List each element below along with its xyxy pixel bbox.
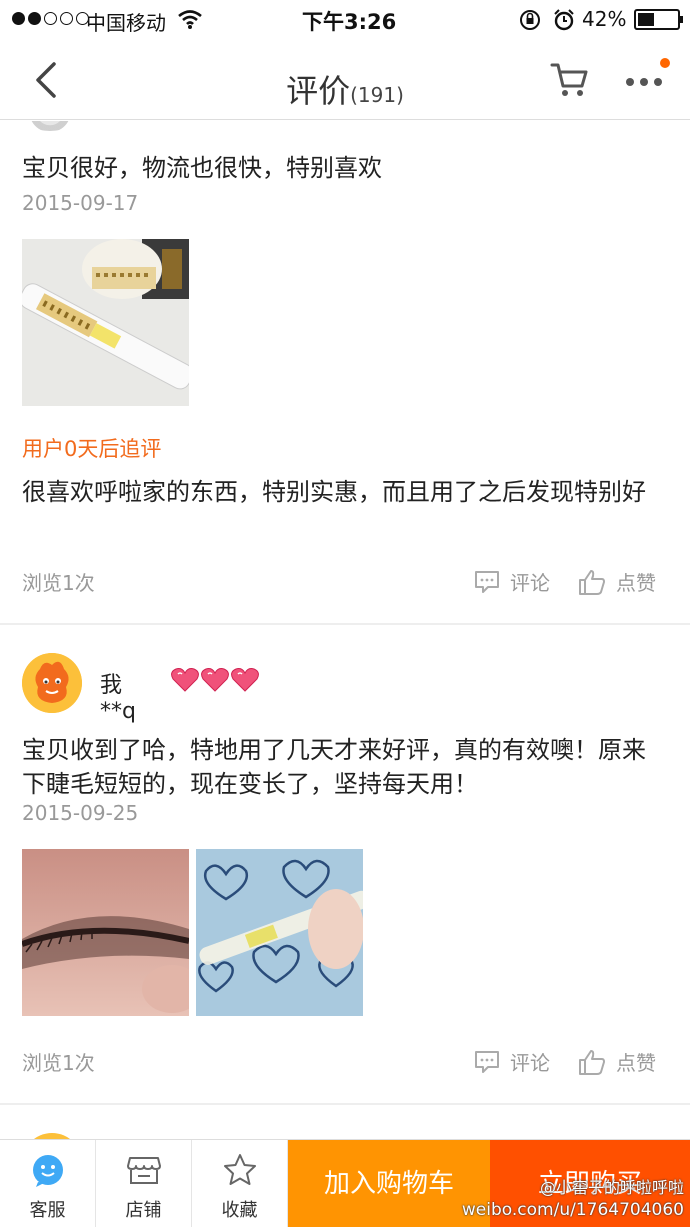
review-list[interactable]: 宝贝很好，物流也很快，特别喜欢 2015-09-17 用户0天后追评 很喜欢呼啦… xyxy=(0,121,690,1139)
review-count: (191) xyxy=(350,83,404,107)
notification-badge xyxy=(660,58,670,68)
heart-icon xyxy=(201,668,229,692)
follow-up-text: 很喜欢呼啦家的东西，特别实惠，而且用了之后发现特别好 xyxy=(22,478,646,506)
review-photo[interactable] xyxy=(196,849,363,1016)
battery-icon xyxy=(634,9,683,30)
review-text: 宝贝收到了哈，特地用了几天才来好评，真的有效噢！原来下睫毛短短的，现在变长了，坚… xyxy=(22,736,646,798)
watermark: @小窖子的呼啦呼啦 weibo.com/u/1764704060 xyxy=(462,1177,684,1221)
like-label: 点赞 xyxy=(616,571,656,595)
comment-button[interactable]: 评论 xyxy=(474,1047,550,1076)
like-label: 点赞 xyxy=(616,1051,656,1075)
divider xyxy=(0,1103,690,1105)
thumbs-up-icon xyxy=(579,1049,605,1075)
rotation-lock-icon xyxy=(520,10,540,30)
product-photo xyxy=(22,239,189,406)
user-level-badge xyxy=(170,667,260,693)
comment-icon xyxy=(475,1050,499,1073)
watermark-handle: @小窖子的呼啦呼啦 xyxy=(539,1178,684,1197)
watermark-url: weibo.com/u/1764704060 xyxy=(461,1200,684,1220)
review-photo[interactable] xyxy=(22,239,189,406)
comment-button[interactable]: 评论 xyxy=(474,567,550,596)
more-button[interactable] xyxy=(622,58,670,96)
eyelash-photo xyxy=(22,849,189,1016)
divider xyxy=(0,623,690,625)
like-button[interactable]: 点赞 xyxy=(578,1047,656,1076)
comment-label: 评论 xyxy=(510,571,550,595)
favorite-button[interactable]: 收藏 xyxy=(192,1140,288,1227)
cart-icon xyxy=(550,63,588,96)
avatar-image xyxy=(22,653,82,713)
follow-up-label: 用户0天后追评 xyxy=(22,437,162,461)
cart-button[interactable] xyxy=(549,60,589,100)
heart-icon xyxy=(231,668,259,692)
like-button[interactable]: 点赞 xyxy=(578,567,656,596)
comment-label: 评论 xyxy=(510,1051,550,1075)
heart-icon xyxy=(171,668,199,692)
alarm-icon xyxy=(554,9,574,31)
star-icon xyxy=(224,1154,256,1185)
comment-icon xyxy=(475,570,499,593)
customer-service-button[interactable]: 客服 xyxy=(0,1140,96,1227)
review-meta-row: 浏览1次 评论 点赞 xyxy=(22,1047,668,1077)
product-in-hand-photo xyxy=(196,849,363,1016)
store-label: 店铺 xyxy=(125,1200,162,1221)
battery-percent: 42% xyxy=(582,7,627,31)
status-time: 下午3:26 xyxy=(302,10,397,34)
store-icon xyxy=(127,1157,161,1184)
carrier-name: 中国移动 xyxy=(86,11,166,35)
wifi-icon xyxy=(178,10,202,29)
avatar xyxy=(22,121,78,131)
review-photo[interactable] xyxy=(22,849,189,1016)
username: 我**q xyxy=(100,673,136,724)
store-button[interactable]: 店铺 xyxy=(96,1140,192,1227)
review-date: 2015-09-17 xyxy=(22,191,139,215)
customer-service-label: 客服 xyxy=(29,1200,66,1221)
avatar[interactable] xyxy=(22,653,82,713)
page-title-text: 评价 xyxy=(286,72,351,110)
view-count: 浏览1次 xyxy=(22,1051,95,1075)
view-count: 浏览1次 xyxy=(22,571,95,595)
thumbs-up-icon xyxy=(579,569,605,595)
review-meta-row: 浏览1次 评论 点赞 xyxy=(22,567,668,597)
chat-bubble-icon xyxy=(33,1155,63,1187)
add-to-cart-button[interactable]: 加入购物车 xyxy=(288,1140,490,1227)
favorite-label: 收藏 xyxy=(221,1200,258,1221)
more-icon xyxy=(626,78,662,86)
review-date: 2015-09-25 xyxy=(22,801,139,825)
review-text: 宝贝很好，物流也很快，特别喜欢 xyxy=(22,154,382,182)
status-bar: 中国移动 下午3:26 42% xyxy=(0,0,690,40)
signal-strength-icon xyxy=(12,12,89,25)
nav-bar: 评价(191) xyxy=(0,40,690,120)
battery-level xyxy=(638,13,654,26)
